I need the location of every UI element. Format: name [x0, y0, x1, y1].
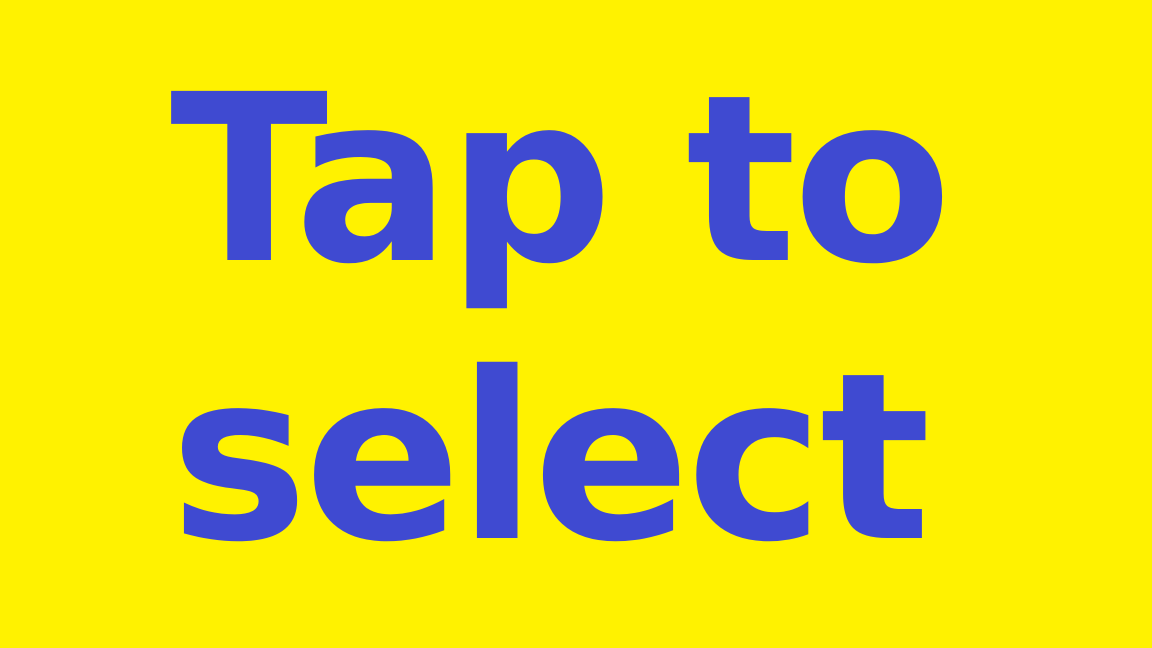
prompt-text-line-2: select — [170, 323, 931, 593]
tap-to-select-area[interactable]: Tap to select — [0, 0, 1152, 648]
prompt-text-line-1: Tap to — [170, 45, 952, 315]
